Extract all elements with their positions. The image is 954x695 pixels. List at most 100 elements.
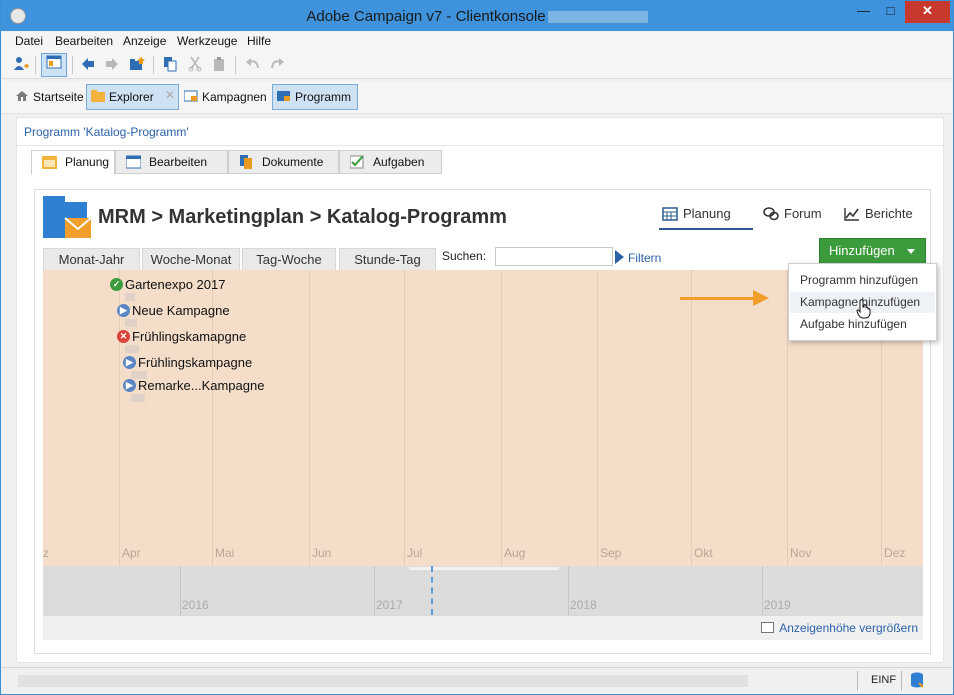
tab-planung-label: Planung bbox=[65, 155, 110, 169]
status-play-icon: ▶ bbox=[123, 356, 136, 369]
year-label: 2019 bbox=[764, 598, 791, 612]
navigation-tabs: Startseite Explorer ✕ Kampagnen Programm bbox=[2, 81, 952, 114]
month-label: Apr bbox=[122, 546, 141, 560]
timeline-footer: Anzeigenhöhe vergrößern bbox=[43, 615, 923, 640]
task-checkbox-icon bbox=[350, 155, 364, 169]
nav-tab-campaigns[interactable]: Kampagnen bbox=[179, 84, 274, 110]
nav-tab-home[interactable]: Startseite bbox=[10, 84, 91, 110]
nav-tab-home-label: Startseite bbox=[33, 90, 84, 104]
menu-werkzeuge[interactable]: Werkzeuge bbox=[177, 34, 237, 48]
menu-datei[interactable]: Datei bbox=[15, 34, 43, 48]
timeline-gridline bbox=[597, 270, 598, 566]
campaign-icon bbox=[184, 90, 198, 102]
add-button[interactable]: Hinzufügen bbox=[819, 238, 926, 264]
timeline-bar bbox=[131, 394, 145, 402]
status-separator bbox=[901, 671, 902, 691]
menu-bearbeiten[interactable]: Bearbeiten bbox=[55, 34, 113, 48]
close-tab-icon[interactable]: ✕ bbox=[165, 88, 175, 102]
today-marker bbox=[431, 566, 433, 615]
tab-bearbeiten[interactable]: Bearbeiten bbox=[115, 150, 228, 174]
blurred-server-name bbox=[547, 11, 648, 24]
page-title: MRM > Marketingplan > Katalog-Programm bbox=[98, 206, 507, 228]
annotation-arrow bbox=[680, 297, 755, 300]
close-window-button[interactable]: ✕ bbox=[905, 1, 950, 23]
subtab-berichte[interactable]: Berichte bbox=[841, 202, 913, 230]
subtab-forum[interactable]: Forum bbox=[760, 202, 822, 230]
timeline-bar bbox=[125, 345, 139, 353]
timeline-item-label: Gartenexpo 2017 bbox=[125, 277, 226, 292]
month-label: Dez bbox=[884, 546, 906, 560]
nav-tab-program[interactable]: Programm bbox=[272, 84, 358, 110]
maximize-button[interactable]: □ bbox=[877, 1, 904, 23]
folder-up-icon[interactable] bbox=[128, 56, 146, 74]
title-bar[interactable]: Adobe Campaign v7 - Clientkonsole — □ ✕ bbox=[1, 1, 953, 31]
subtab-forum-label: Forum bbox=[784, 206, 822, 221]
menu-anzeige[interactable]: Anzeige bbox=[123, 34, 166, 48]
menu-hilfe[interactable]: Hilfe bbox=[247, 34, 271, 48]
tab-planung[interactable]: Planung bbox=[31, 150, 115, 175]
tab-aufgaben-label: Aufgaben bbox=[373, 155, 425, 169]
timeline-bar bbox=[125, 293, 135, 301]
folder-icon bbox=[91, 90, 105, 102]
timeline-gridline bbox=[404, 270, 405, 566]
add-button-label: Hinzufügen bbox=[829, 243, 895, 258]
subtab-planung[interactable]: Planung bbox=[659, 202, 753, 230]
cut-icon[interactable] bbox=[186, 56, 204, 74]
timeline-gridline bbox=[691, 270, 692, 566]
undo-icon[interactable] bbox=[244, 56, 262, 74]
month-label: Sep bbox=[600, 546, 622, 560]
new-user-icon[interactable] bbox=[12, 56, 30, 74]
toolbar-separator bbox=[235, 56, 236, 74]
month-label: Jun bbox=[312, 546, 332, 560]
enlarge-height-link[interactable]: Anzeigenhöhe vergrößern bbox=[761, 621, 918, 635]
timeline-overview[interactable]: 2016 2017 2018 2019 bbox=[43, 566, 923, 615]
planning-panel: MRM > Marketingplan > Katalog-Programm P… bbox=[34, 189, 931, 654]
month-label: Nov bbox=[790, 546, 812, 560]
redo-icon[interactable] bbox=[268, 56, 286, 74]
timeline-gridline bbox=[309, 270, 310, 566]
back-arrow-icon[interactable] bbox=[79, 56, 97, 74]
year-separator bbox=[762, 566, 763, 615]
explorer-icon[interactable] bbox=[41, 53, 67, 77]
toolbar-separator bbox=[72, 56, 73, 74]
edit-form-icon bbox=[126, 155, 141, 169]
program-icon bbox=[277, 91, 290, 101]
filter-arrow-icon[interactable] bbox=[615, 250, 624, 264]
view-tab-stunde-tag[interactable]: Stunde-Tag bbox=[339, 248, 436, 270]
nav-tab-program-label: Programm bbox=[295, 90, 352, 104]
reports-chart-icon bbox=[844, 208, 859, 221]
calendar-icon bbox=[42, 156, 57, 169]
toolbar-separator bbox=[35, 56, 36, 74]
search-input[interactable] bbox=[495, 247, 613, 266]
status-bar: EINF bbox=[2, 667, 952, 693]
menu-bar: Datei Bearbeiten Anzeige Werkzeuge Hilfe bbox=[2, 32, 952, 51]
view-tab-tag-woche[interactable]: Tag-Woche bbox=[242, 248, 336, 270]
subtab-planung-label: Planung bbox=[683, 206, 731, 221]
menu-item-add-program[interactable]: Programm hinzufügen bbox=[790, 270, 935, 291]
content-area: Programm 'Katalog-Programm' Planung Bear… bbox=[16, 117, 945, 663]
enlarge-icon bbox=[761, 622, 775, 633]
tab-dokumente[interactable]: Dokumente bbox=[228, 150, 339, 174]
month-label: Aug bbox=[504, 546, 526, 560]
tab-bearbeiten-label: Bearbeiten bbox=[149, 155, 208, 169]
view-tab-woche-monat[interactable]: Woche-Monat bbox=[142, 248, 240, 270]
tab-aufgaben[interactable]: Aufgaben bbox=[339, 150, 442, 174]
view-tab-monat-jahr[interactable]: Monat-Jahr bbox=[43, 248, 140, 270]
search-label: Suchen: bbox=[442, 249, 487, 263]
app-window: Adobe Campaign v7 - Clientkonsole — □ ✕ … bbox=[0, 0, 954, 695]
status-separator bbox=[857, 671, 858, 691]
paste-icon[interactable] bbox=[210, 56, 228, 74]
month-label: z bbox=[43, 546, 49, 560]
breadcrumb[interactable]: Programm 'Katalog-Programm' bbox=[24, 125, 189, 139]
status-play-icon: ▶ bbox=[123, 379, 136, 392]
divider bbox=[17, 145, 945, 146]
status-check-icon: ✓ bbox=[110, 278, 123, 291]
copy-icon[interactable] bbox=[161, 56, 179, 74]
timeline-item-label: Neue Kampagne bbox=[132, 303, 230, 318]
minimize-button[interactable]: — bbox=[850, 1, 877, 23]
window-title: Adobe Campaign v7 - Clientkonsole bbox=[1, 8, 953, 25]
subtab-berichte-label: Berichte bbox=[865, 206, 913, 221]
filter-link[interactable]: Filtern bbox=[628, 251, 661, 265]
timeline-gridline bbox=[501, 270, 502, 566]
forward-arrow-icon[interactable] bbox=[103, 56, 121, 74]
